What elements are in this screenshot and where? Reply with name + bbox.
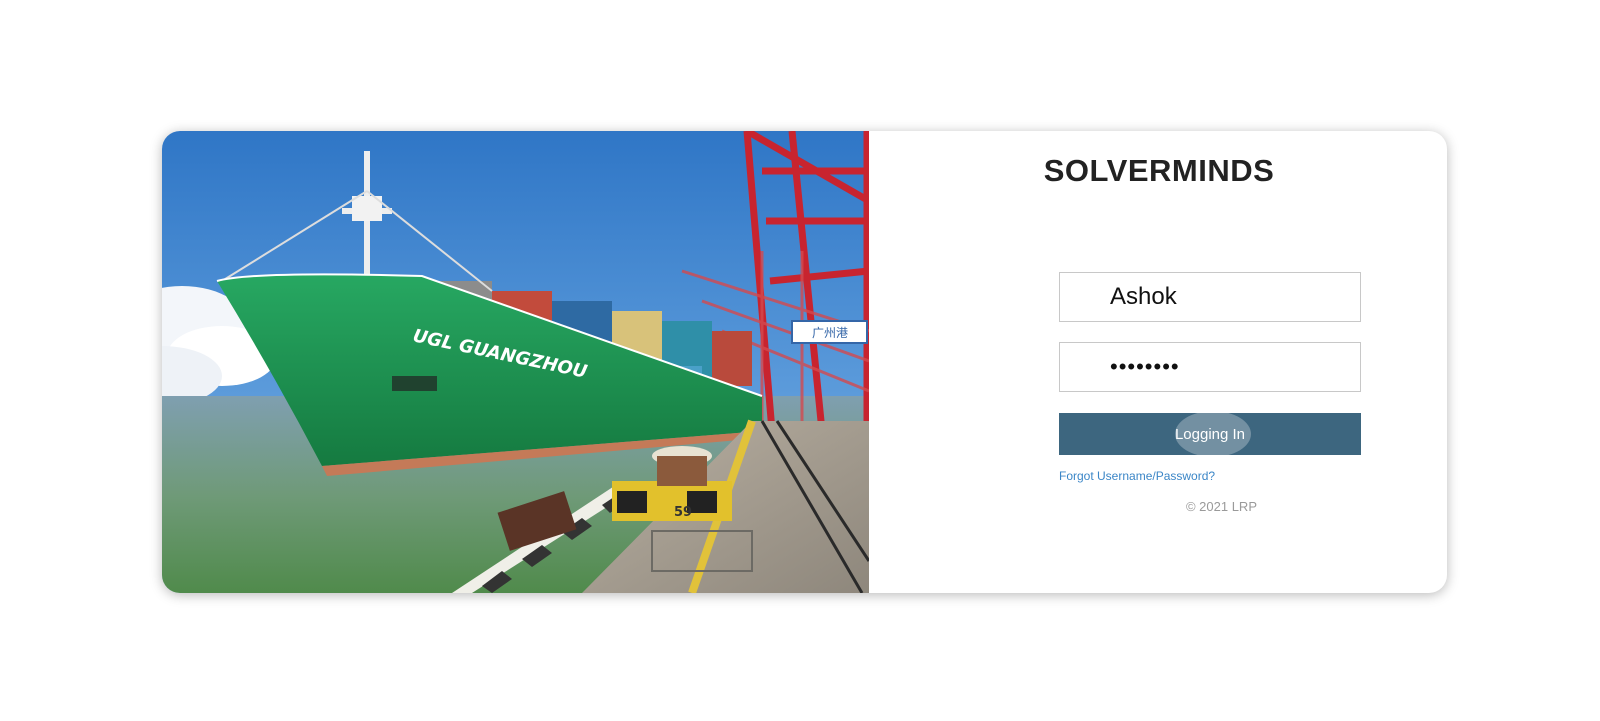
password-input[interactable] [1059,342,1361,392]
copyright-text: © 2021 LRP [1185,499,1257,514]
bollard-number-text: 59 [674,505,692,520]
ship-at-port-image: 广州港 UGL GUANGZHOU 59 [162,131,869,593]
brand-title: SOLVERMINDS [1043,153,1275,188]
hero-photo: 广州港 UGL GUANGZHOU 59 [162,131,869,593]
port-sign-text: 广州港 [812,326,848,340]
forgot-credentials-link[interactable]: Forgot Username/Password? [1059,469,1215,483]
login-button-label: Logging In [1174,425,1246,443]
username-input[interactable] [1059,272,1361,322]
login-card: 广州港 UGL GUANGZHOU 59 SOLVERMINDS Ashok •… [162,131,1447,593]
login-button[interactable]: Logging In [1059,413,1361,455]
login-panel: SOLVERMINDS Logging In Forgot Username/P… [869,131,1447,593]
